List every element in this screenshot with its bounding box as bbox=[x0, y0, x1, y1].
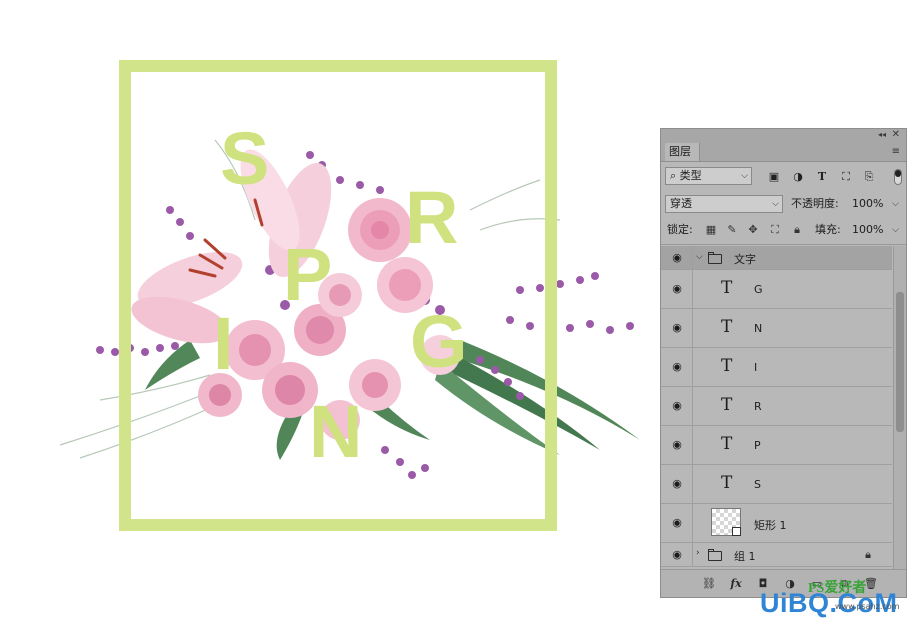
layer-text-i[interactable]: ◉ T I bbox=[661, 348, 892, 387]
folder-icon bbox=[708, 549, 722, 561]
layer-text-p[interactable]: ◉ T P bbox=[661, 426, 892, 465]
chevron-down-icon: ⌵ bbox=[772, 199, 779, 209]
lock-label: 锁定: bbox=[667, 223, 693, 236]
adjustment-filter-icon[interactable]: ◑ bbox=[791, 170, 805, 184]
smart-object-filter-icon[interactable]: ⎘ bbox=[862, 170, 876, 184]
lock-position-icon[interactable]: ✥ bbox=[746, 221, 760, 239]
type-layer-icon: T bbox=[721, 434, 733, 454]
fill-field[interactable]: 100% ⌵ bbox=[847, 221, 903, 239]
watermark: PS爱好者 UiBQ.CoM www.psahz.com bbox=[760, 580, 920, 620]
visibility-eye-icon[interactable]: ◉ bbox=[670, 477, 684, 490]
layer-name: 矩形 1 bbox=[754, 519, 787, 532]
pixel-filter-icon[interactable]: ▣ bbox=[767, 170, 781, 184]
layer-name: N bbox=[754, 322, 763, 335]
opacity-label: 不透明度: bbox=[791, 197, 839, 210]
blend-row: 穿透 ⌵ 不透明度: 100% ⌵ bbox=[661, 192, 906, 217]
layer-rectangle-1[interactable]: ◉ 矩形 1 bbox=[661, 504, 892, 543]
watermark-url: www.psahz.com bbox=[835, 602, 900, 611]
filter-kind-dropdown[interactable]: ⌕ 类型 ⌵ bbox=[665, 167, 752, 185]
shape-filter-icon[interactable]: ⛶ bbox=[839, 170, 853, 184]
panel-tabbar: 图层 ≡ bbox=[661, 143, 906, 162]
scrollbar-thumb[interactable] bbox=[896, 292, 904, 432]
chevron-down-icon[interactable]: ⌵ bbox=[696, 252, 703, 262]
chevron-right-icon[interactable]: › bbox=[696, 548, 700, 558]
layer-text-n[interactable]: ◉ T N bbox=[661, 309, 892, 348]
layer-name: 组 1 bbox=[734, 550, 756, 563]
chevron-down-icon: ⌵ bbox=[892, 199, 899, 209]
spring-letter-g: G bbox=[410, 300, 468, 383]
type-layer-icon: T bbox=[721, 356, 733, 376]
opacity-value: 100% bbox=[852, 197, 884, 210]
lock-transparent-pixels-icon[interactable]: ▦ bbox=[704, 221, 718, 239]
layers-scrollbar[interactable] bbox=[893, 246, 906, 569]
fill-value: 100% bbox=[852, 223, 884, 236]
layers-list: ◉ ⌵ 文字 ◉ T G ◉ T N ◉ T I ◉ T R ◉ T P ◉ T… bbox=[661, 246, 892, 569]
type-layer-icon: T bbox=[721, 395, 733, 415]
search-icon: ⌕ bbox=[670, 169, 680, 182]
layer-name: S bbox=[754, 478, 761, 491]
blend-mode-dropdown[interactable]: 穿透 ⌵ bbox=[665, 195, 783, 213]
layer-group-text[interactable]: ◉ ⌵ 文字 bbox=[661, 246, 892, 270]
folder-icon bbox=[708, 252, 722, 264]
layer-group-1[interactable]: ◉ › 组 1 🔒︎ bbox=[661, 543, 892, 567]
close-panel-icon[interactable]: ✕ bbox=[892, 129, 900, 140]
visibility-eye-icon[interactable]: ◉ bbox=[670, 516, 684, 529]
visibility-eye-icon[interactable]: ◉ bbox=[670, 360, 684, 373]
canvas-artwork: S P R I N G bbox=[0, 0, 650, 620]
layer-name: P bbox=[754, 439, 761, 452]
fx-icon[interactable]: fx bbox=[728, 576, 744, 592]
type-layer-icon: T bbox=[721, 317, 733, 337]
blend-mode-value: 穿透 bbox=[670, 197, 692, 210]
spring-letter-p: P bbox=[283, 233, 333, 316]
spring-letter-r: R bbox=[405, 176, 459, 259]
visibility-eye-icon[interactable]: ◉ bbox=[670, 548, 684, 561]
layer-name: G bbox=[754, 283, 763, 296]
layer-text-g[interactable]: ◉ T G bbox=[661, 270, 892, 309]
type-layer-icon: T bbox=[721, 278, 733, 298]
filter-toggle-icon[interactable] bbox=[894, 169, 902, 185]
panel-topbar: ◂◂ ✕ bbox=[661, 129, 906, 143]
tab-layers[interactable]: 图层 bbox=[665, 143, 700, 161]
lock-icon: 🔒︎ bbox=[865, 548, 871, 561]
spring-letter-s: S bbox=[220, 117, 270, 200]
layer-name: 文字 bbox=[734, 253, 756, 266]
panel-menu-icon[interactable]: ≡ bbox=[892, 146, 900, 158]
layer-thumbnail bbox=[711, 508, 741, 536]
layers-panel: ◂◂ ✕ 图层 ≡ ⌕ 类型 ⌵ ▣ ◑ T ⛶ ⎘ 穿透 ⌵ 不透明度: 10… bbox=[660, 128, 907, 598]
fill-label: 填充: bbox=[815, 223, 841, 236]
layer-text-r[interactable]: ◉ T R bbox=[661, 387, 892, 426]
filter-kind-value: 类型 bbox=[679, 169, 702, 182]
layer-name: I bbox=[754, 361, 758, 374]
link-icon[interactable]: ⛓ bbox=[701, 576, 717, 592]
lock-image-pixels-icon[interactable]: ✎ bbox=[725, 221, 739, 239]
visibility-eye-icon[interactable]: ◉ bbox=[670, 282, 684, 295]
opacity-field[interactable]: 100% ⌵ bbox=[847, 195, 903, 213]
spring-letter-i: I bbox=[213, 302, 234, 385]
visibility-eye-icon[interactable]: ◉ bbox=[670, 438, 684, 451]
type-layer-icon: T bbox=[721, 473, 733, 493]
chevron-down-icon: ⌵ bbox=[892, 225, 899, 235]
visibility-eye-icon[interactable]: ◉ bbox=[670, 321, 684, 334]
collapse-panel-icon[interactable]: ◂◂ bbox=[878, 130, 886, 139]
lock-all-icon[interactable]: 🔒︎ bbox=[790, 221, 804, 239]
spring-letter-n: N bbox=[309, 390, 363, 473]
chevron-down-icon: ⌵ bbox=[741, 171, 748, 181]
layer-text-s[interactable]: ◉ T S bbox=[661, 465, 892, 504]
type-filter-icon[interactable]: T bbox=[815, 170, 829, 184]
layer-name: R bbox=[754, 400, 762, 413]
visibility-eye-icon[interactable]: ◉ bbox=[670, 399, 684, 412]
lock-artboard-icon[interactable]: ⛶ bbox=[768, 221, 782, 239]
visibility-eye-icon[interactable]: ◉ bbox=[670, 251, 684, 264]
shape-layer-icon bbox=[732, 527, 741, 536]
filter-row: ⌕ 类型 ⌵ ▣ ◑ T ⛶ ⎘ bbox=[661, 162, 906, 192]
lock-row: 锁定: ▦ ✎ ✥ ⛶ 🔒︎ 填充: 100% ⌵ bbox=[661, 217, 906, 245]
